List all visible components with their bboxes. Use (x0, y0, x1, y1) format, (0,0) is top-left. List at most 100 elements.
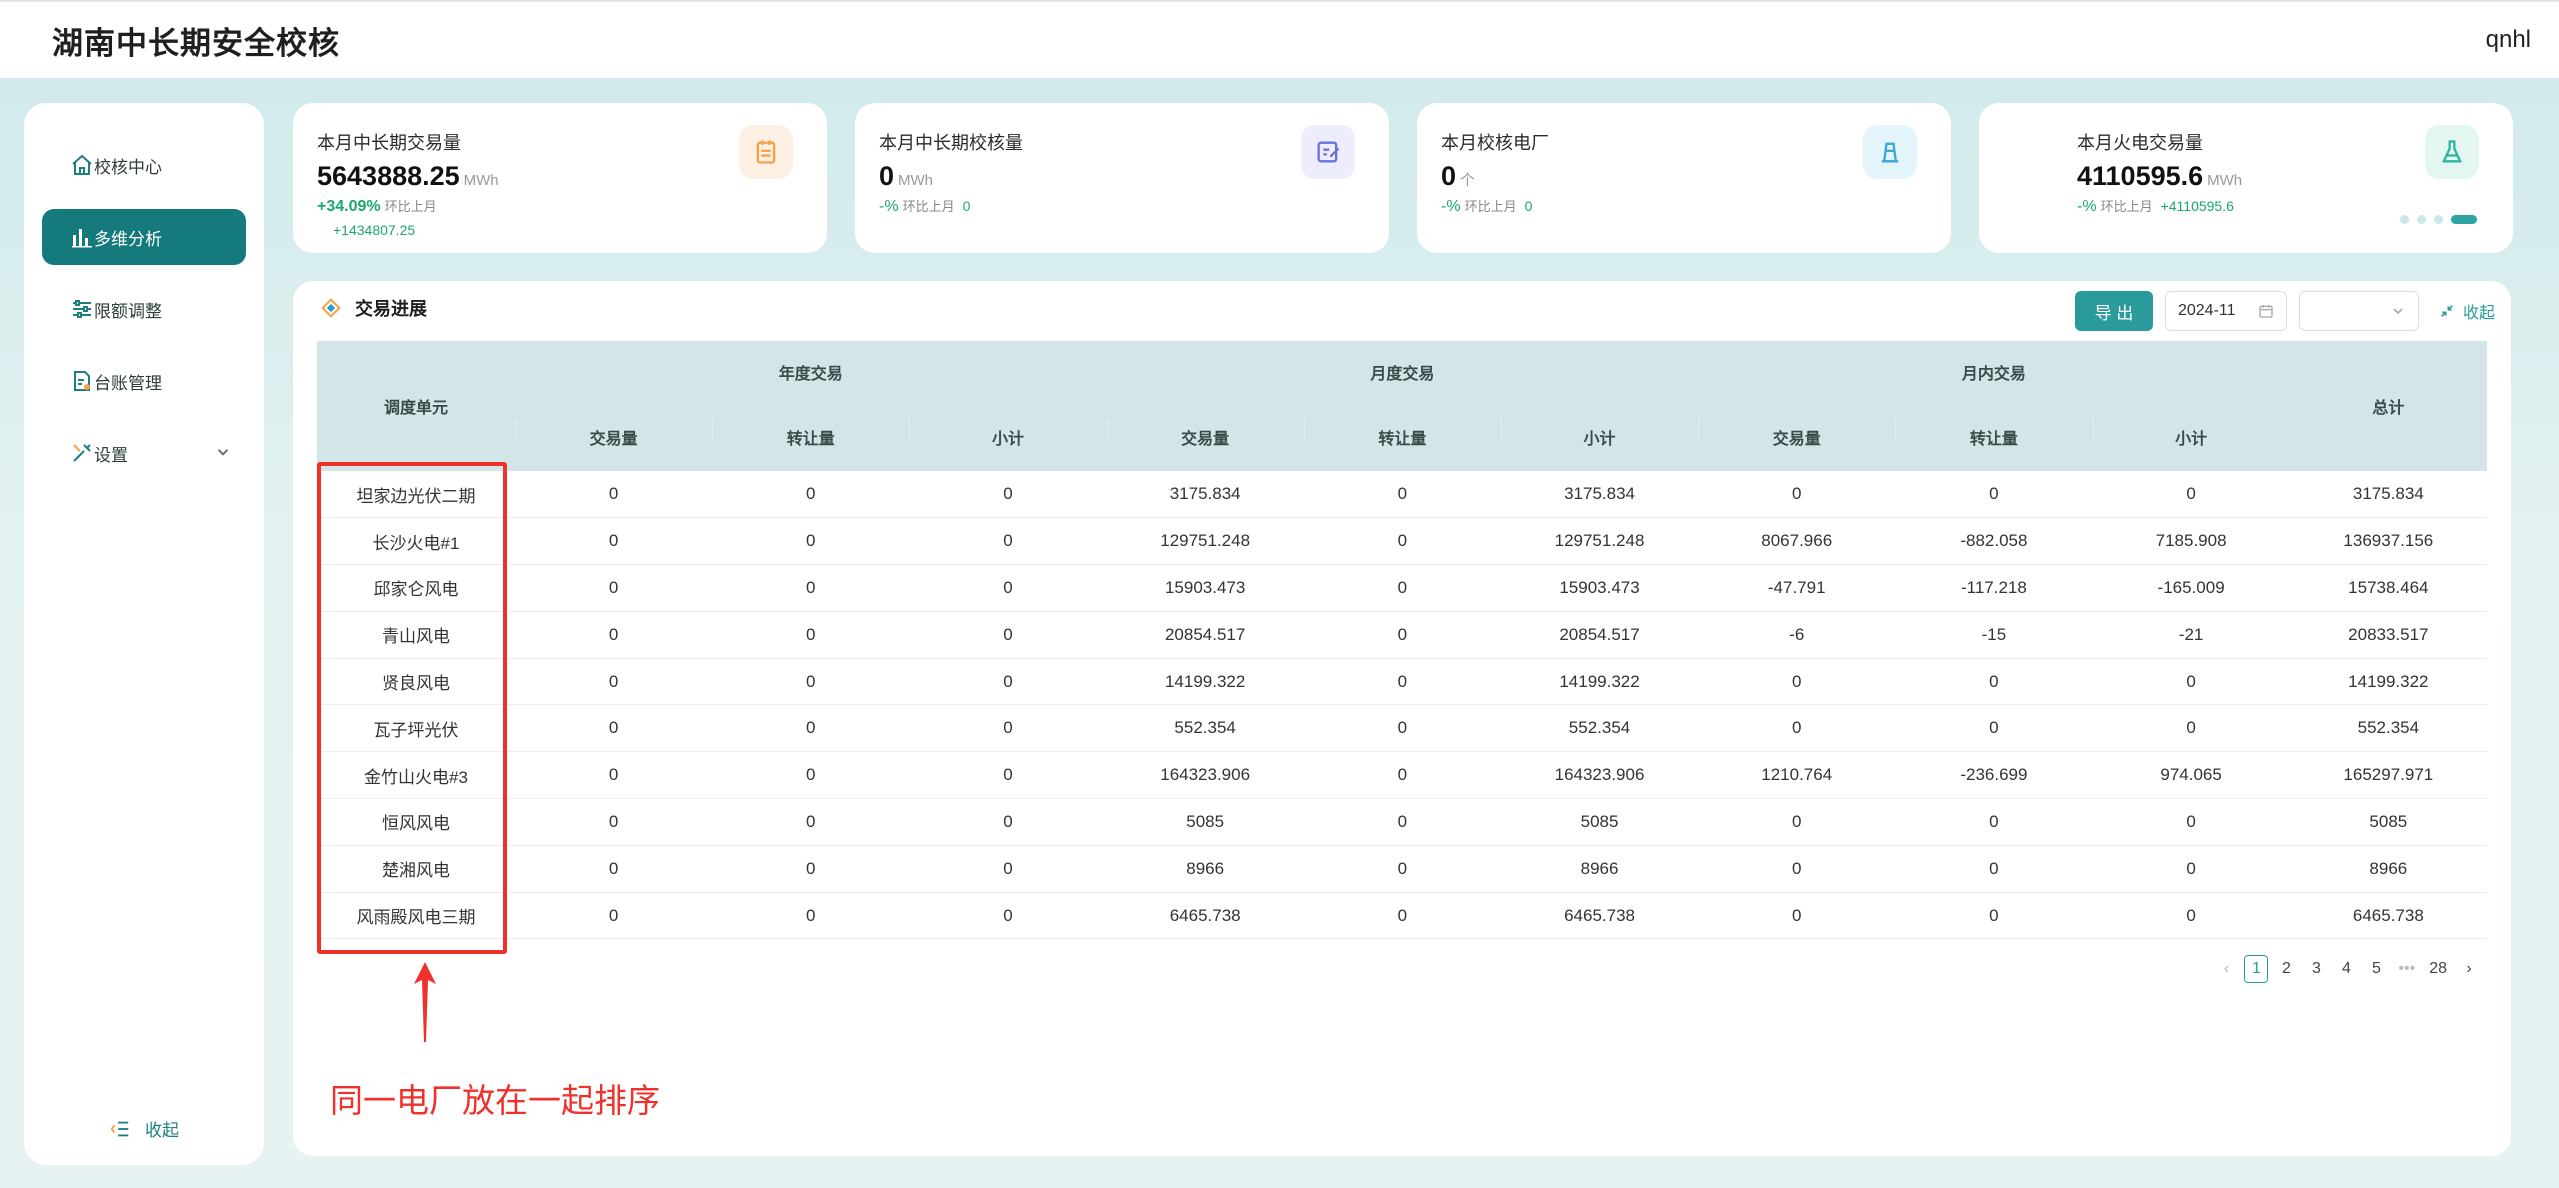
export-button[interactable]: 导 出 (2074, 291, 2153, 331)
page-button[interactable]: 3 (2304, 955, 2328, 983)
carousel-dot[interactable] (2417, 215, 2426, 224)
edit-doc-icon (1301, 125, 1355, 179)
col-header-monthly-subtotal: 小计 (1500, 403, 1699, 471)
app-header: 湖南中长期安全校核 qnhl (0, 0, 2559, 78)
table-cell: 0 (515, 845, 713, 893)
carousel-dot-active[interactable] (2451, 215, 2477, 224)
table-cell: 8067.966 (1698, 517, 1896, 566)
panel-collapse-button[interactable]: 收起 (2431, 299, 2495, 323)
table-cell: 0 (909, 845, 1107, 893)
table-cell: 0 (909, 658, 1107, 706)
table-cell: 0 (712, 704, 910, 753)
sidebar-item-label: 限额调整 (94, 301, 162, 321)
trade-progress-panel: 交易进展 导 出 2024-11 收起 调度单元 年度交易 月度交易 月内交易 … (293, 281, 2511, 1156)
table-cell: 0 (1698, 892, 1896, 940)
table-cell: -117.218 (1895, 564, 2093, 612)
table-cell: 0 (712, 751, 910, 800)
table-cell: 0 (1698, 845, 1896, 893)
card-unit: MWh (463, 172, 499, 189)
page-button[interactable]: 4 (2334, 955, 2358, 983)
chevron-down-icon (217, 449, 229, 456)
table-cell: 129751.248 (1106, 517, 1304, 566)
table-cell: 0 (1303, 471, 1501, 519)
page-button[interactable]: 1 (2244, 955, 2269, 983)
sidebar-item-ledger[interactable]: 台账管理 (42, 353, 246, 409)
table-row: 青山风电 0 0 0 20854.517 0 20854.517 -6 -15 -21 20833.… (317, 611, 2487, 659)
table-cell: 5085 (2289, 798, 2487, 846)
table-cell: 0 (2092, 845, 2290, 893)
table-cell: 0 (1303, 892, 1501, 940)
user-name[interactable]: qnhl (2486, 26, 2531, 54)
table-cell: 0 (909, 471, 1107, 519)
table-cell: 0 (1303, 845, 1501, 893)
table-row: 坦家边光伏二期 0 0 0 3175.834 0 3175.834 0 0 0 3175.834 (317, 471, 2487, 519)
prev-page-button[interactable]: ‹ (2214, 955, 2238, 983)
table-cell: -21 (2092, 611, 2290, 659)
table-cell: 0 (1303, 704, 1501, 753)
table-cell: 0 (712, 658, 910, 706)
table-cell: 552.354 (2289, 704, 2487, 753)
page-button-last[interactable]: 28 (2425, 955, 2451, 983)
carousel-dot[interactable] (2434, 215, 2443, 224)
card-change: -% 环比上月 0 (1441, 198, 1533, 215)
page-ellipsis[interactable]: ••• (2394, 955, 2419, 983)
next-page-button[interactable]: › (2457, 955, 2481, 983)
sidebar-item-settings[interactable]: 设置 (42, 425, 246, 481)
stat-card-trade-volume: 本月中长期交易量 5643888.25 MWh +34.09% 环比上月 +1434… (293, 103, 827, 253)
table-cell: 0 (1895, 704, 2093, 753)
card-change: -% 环比上月 +4110595.6 (2077, 198, 2234, 215)
annotation-highlight-box (317, 462, 507, 954)
sidebar: 校核中心 多维分析 限额调整 台账管理 设置 收起 (24, 103, 264, 1165)
tools-icon (73, 444, 91, 462)
month-value: 2024-11 (2177, 302, 2236, 319)
sidebar-item-multi-analysis[interactable]: 多维分析 (42, 209, 246, 265)
card-unit: 个 (1460, 172, 1476, 189)
page-button[interactable]: 2 (2274, 955, 2298, 983)
chevron-down-icon (2393, 308, 2403, 315)
table-cell: 0 (1895, 798, 2093, 846)
table-cell: 8966 (2289, 845, 2487, 893)
page-button[interactable]: 5 (2364, 955, 2388, 983)
card-change: -% 环比上月 0 (879, 198, 971, 215)
table-cell: 0 (712, 845, 910, 893)
table-cell: -236.699 (1895, 751, 2093, 800)
table-cell: 0 (1895, 658, 2093, 706)
panel-header: 交易进展 (321, 295, 427, 321)
table-cell: 0 (1895, 845, 2093, 893)
sidebar-item-check-center[interactable]: 校核中心 (42, 137, 246, 193)
table-cell: 0 (909, 564, 1107, 612)
table-cell: 0 (2092, 658, 2290, 706)
table-row: 恒风风电 0 0 0 5085 0 5085 0 0 0 5085 (317, 798, 2487, 846)
table-cell: -6 (1698, 611, 1896, 659)
annotation-text: 同一电厂放在一起排序 (330, 1082, 660, 1119)
table-row: 贤良风电 0 0 0 14199.322 0 14199.322 0 0 0 14199.322 (317, 658, 2487, 706)
carousel-dot[interactable] (2400, 215, 2409, 224)
document-icon (74, 371, 90, 391)
carousel-dots[interactable] (2400, 215, 2477, 224)
sidebar-item-label: 校核中心 (94, 157, 162, 177)
table-cell: 7185.908 (2092, 517, 2290, 566)
table-cell: 6465.738 (1500, 892, 1699, 940)
table-cell: 0 (515, 611, 713, 659)
table-cell: -882.058 (1895, 517, 2093, 566)
month-picker[interactable]: 2024-11 (2164, 291, 2287, 331)
table-cell: 164323.906 (1106, 751, 1304, 800)
table-cell: 14199.322 (1500, 658, 1699, 706)
table-cell: 0 (909, 751, 1107, 800)
sidebar-item-label: 多维分析 (94, 229, 162, 249)
table-cell: 0 (515, 517, 713, 566)
table-cell: 14199.322 (1106, 658, 1304, 706)
pagination: ‹ 1 2 3 4 5 ••• 28 › (2214, 955, 2481, 983)
table-cell: 0 (712, 798, 910, 846)
col-header-intra-volume: 交易量 (1698, 403, 1896, 471)
table-cell: 0 (1698, 704, 1896, 753)
col-header-monthly-transfer: 转让量 (1303, 403, 1501, 471)
annotation-arrow-icon (414, 962, 436, 1042)
stat-card-check-plants: 本月校核电厂 0个 -% 环比上月 0 (1417, 103, 1951, 253)
sidebar-item-limit-adjust[interactable]: 限额调整 (42, 281, 246, 337)
filter-select[interactable] (2298, 291, 2419, 331)
col-header-annual-transfer: 转让量 (712, 403, 910, 471)
sidebar-collapse-button[interactable]: 收起 (24, 1116, 264, 1141)
shrink-icon (2441, 305, 2453, 317)
table-cell: 0 (712, 611, 910, 659)
